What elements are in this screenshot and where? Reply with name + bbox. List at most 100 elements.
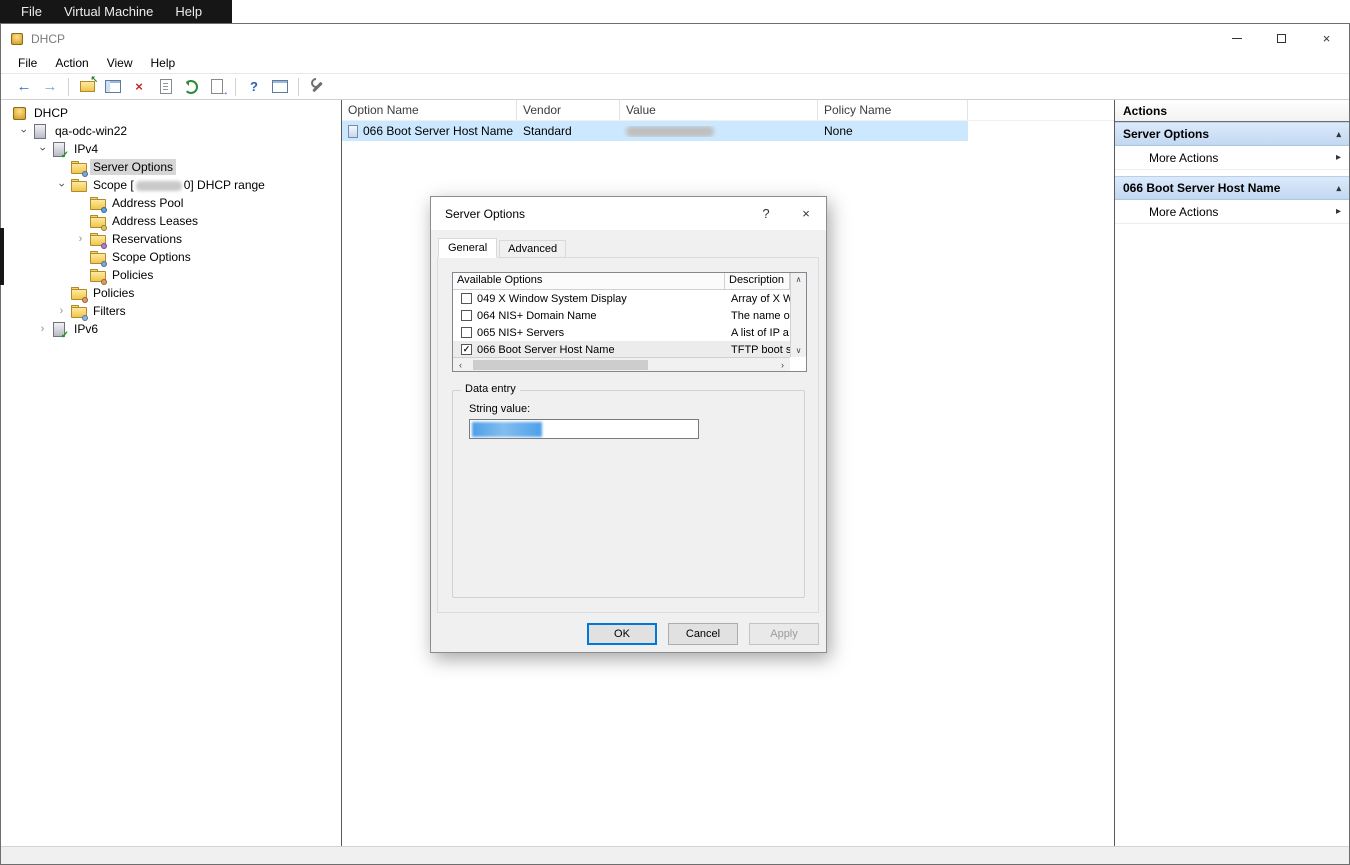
column-header-vendor[interactable]: Vendor (517, 100, 620, 120)
option-row-066-boot-server-host-name[interactable]: ✓066 Boot Server Host NameTFTP boot s (453, 341, 790, 358)
tree-item-ipv6[interactable]: ›IPv6 (1, 320, 341, 338)
vm-menu-file[interactable]: File (10, 1, 53, 22)
scroll-up-icon[interactable]: ∧ (796, 275, 802, 284)
tab-advanced[interactable]: Advanced (499, 240, 566, 258)
column-header-value[interactable]: Value (620, 100, 818, 120)
show-console-tree-icon (104, 78, 122, 95)
group-label: Data entry (461, 383, 520, 395)
mmc-toolbar: ←→ ×? (1, 73, 1349, 100)
toolbar-console-window-button[interactable] (267, 76, 293, 98)
expander-open-icon[interactable]: › (56, 177, 68, 194)
tree-item-label: Filters (90, 303, 129, 319)
horizontal-scrollbar[interactable]: ‹ › (453, 357, 790, 371)
checkbox-unchecked-icon[interactable] (461, 310, 472, 321)
tree-item-address-pool[interactable]: Address Pool (1, 194, 341, 212)
menu-view[interactable]: View (98, 54, 142, 72)
checkbox-unchecked-icon[interactable] (461, 293, 472, 304)
tree-item-scope-options[interactable]: Scope Options (1, 248, 341, 266)
option-description: The name o (725, 310, 790, 322)
collapse-icon[interactable]: ▴ (1336, 183, 1341, 194)
console-tree: DHCP›qa-odc-win22›IPv4Server Options›Sco… (1, 104, 341, 338)
tree-item-server-options[interactable]: Server Options (1, 158, 341, 176)
tree-item-scope[interactable]: ›Scope [0] DHCP range (1, 176, 341, 194)
toolbar-back-button[interactable]: ← (11, 76, 37, 98)
vm-menu-virtual-machine[interactable]: Virtual Machine (53, 1, 164, 22)
tab-general[interactable]: General (438, 238, 497, 258)
tree-item-qa-odc-win22[interactable]: › qa-odc-win22 (1, 122, 341, 140)
scroll-left-icon[interactable]: ‹ (453, 360, 468, 370)
more-actions-item[interactable]: More Actions▸ (1115, 200, 1349, 224)
option-name: 064 NIS+ Domain Name (477, 310, 725, 322)
tree-item-label: qa-odc-win22 (52, 123, 130, 139)
close-button[interactable]: × (1304, 24, 1349, 53)
section-header-066-boot-server-host-name[interactable]: 066 Boot Server Host Name ▴ (1115, 176, 1349, 200)
tree-item-filters[interactable]: › Filters (1, 302, 341, 320)
scroll-down-icon[interactable]: ∨ (796, 346, 802, 355)
dialog-close-button[interactable]: × (786, 197, 826, 230)
tree-item-policies[interactable]: Policies (1, 266, 341, 284)
checkbox-checked-icon[interactable]: ✓ (461, 344, 472, 355)
listview-rows: 066 Boot Server Host NameStandardNone (342, 121, 1114, 141)
toolbar-configure-button[interactable] (304, 76, 330, 98)
checkbox-unchecked-icon[interactable] (461, 327, 472, 338)
toolbar-show-console-tree-button[interactable] (100, 76, 126, 98)
menu-action[interactable]: Action (46, 54, 97, 72)
listview-row[interactable]: 066 Boot Server Host NameStandardNone (342, 121, 968, 141)
vertical-scrollbar[interactable]: ∧ ∨ (790, 273, 806, 357)
menu-file[interactable]: File (9, 54, 46, 72)
option-name-cell: 066 Boot Server Host Name (363, 124, 513, 138)
refresh-icon (182, 78, 200, 95)
scrollbar-thumb[interactable] (473, 360, 648, 370)
tree-item-address-leases[interactable]: Address Leases (1, 212, 341, 230)
scroll-right-icon[interactable]: › (775, 360, 790, 370)
toolbar-up-one-level-button[interactable] (74, 76, 100, 98)
toolbar-separator (235, 78, 236, 96)
column-header-description[interactable]: Description (725, 273, 790, 289)
tree-item-dhcp[interactable]: DHCP (1, 104, 341, 122)
expander-closed-icon[interactable]: › (72, 233, 89, 245)
toolbar-forward-button[interactable]: → (37, 76, 63, 98)
vm-menu-help[interactable]: Help (164, 1, 213, 22)
minimize-button[interactable] (1214, 24, 1259, 53)
column-header-option-name[interactable]: Option Name (342, 100, 517, 120)
toolbar-delete-button[interactable]: × (126, 76, 152, 98)
toolbar-export-list-button[interactable] (204, 76, 230, 98)
vm-menubar: FileVirtual MachineHelp (0, 0, 232, 23)
expander-open-icon[interactable]: › (18, 123, 30, 140)
section-header-server-options[interactable]: Server Options▴ (1115, 122, 1349, 146)
ok-button[interactable]: OK (587, 623, 657, 645)
ipv6-icon (51, 322, 67, 337)
more-actions-item[interactable]: More Actions▸ (1115, 146, 1349, 170)
section-header-label: 066 Boot Server Host Name (1123, 181, 1280, 195)
option-name: 049 X Window System Display (477, 293, 725, 305)
toolbar-refresh-button[interactable] (178, 76, 204, 98)
status-bar (1, 846, 1349, 864)
toolbar-help-button[interactable]: ? (241, 76, 267, 98)
general-tab-page: Available Options Description 049 X Wind… (437, 257, 819, 613)
back-icon: ← (15, 78, 33, 95)
window-title: DHCP (31, 32, 65, 46)
dialog-help-button[interactable]: ? (746, 197, 786, 230)
string-value-input[interactable] (469, 419, 699, 439)
expander-closed-icon[interactable]: › (53, 305, 70, 317)
options-list-header: Available Options Description (453, 273, 806, 290)
option-description: TFTP boot s (725, 344, 790, 356)
column-header-policy-name[interactable]: Policy Name (818, 100, 968, 120)
folder-options-icon (70, 160, 86, 175)
menu-help[interactable]: Help (142, 54, 185, 72)
option-row-049-x-window-system-display[interactable]: 049 X Window System DisplayArray of X W (453, 290, 790, 307)
option-row-065-nis-servers[interactable]: 065 NIS+ ServersA list of IP a (453, 324, 790, 341)
column-header-available-options[interactable]: Available Options (453, 273, 725, 289)
cancel-button[interactable]: Cancel (668, 623, 738, 645)
expander-open-icon[interactable]: › (37, 141, 49, 158)
option-name: 065 NIS+ Servers (477, 327, 725, 339)
tree-item-policies[interactable]: Policies (1, 284, 341, 302)
tree-item-ipv4[interactable]: ›IPv4 (1, 140, 341, 158)
tree-item-reservations[interactable]: ›Reservations (1, 230, 341, 248)
maximize-button[interactable] (1259, 24, 1304, 53)
expander-closed-icon[interactable]: › (34, 323, 51, 335)
more-actions-label: More Actions (1149, 151, 1218, 165)
option-row-064-nis-domain-name[interactable]: 064 NIS+ Domain NameThe name o (453, 307, 790, 324)
toolbar-properties-button[interactable] (152, 76, 178, 98)
collapse-icon[interactable]: ▴ (1336, 129, 1341, 140)
